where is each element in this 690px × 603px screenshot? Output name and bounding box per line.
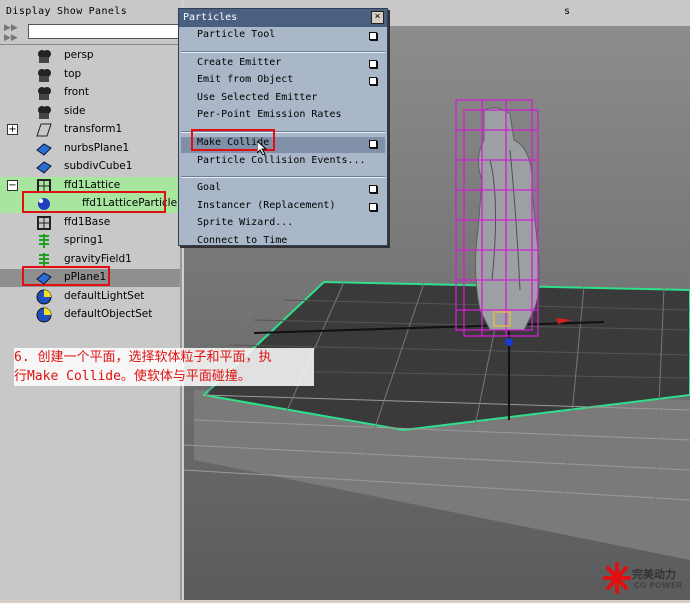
outliner-panel: Display Show Panels ▶▶ ▶▶ persp top front si… (0, 0, 182, 600)
outliner-item-subdivCube1[interactable]: subdivCube1 (0, 158, 180, 176)
outliner-list: persp top front side + transform1 nurbsPlane1 s… (0, 44, 180, 600)
menu-item-label: Per-Point Emission Rates (197, 109, 342, 121)
lattice-base-icon (36, 215, 52, 231)
camera-icon (36, 67, 52, 83)
expand-toggle-icon[interactable]: − (7, 179, 18, 191)
outliner-item-side[interactable]: side (0, 103, 180, 121)
logo-name: 完美动力 (632, 568, 676, 581)
outliner-item-persp[interactable]: persp (0, 47, 180, 65)
menu-item-label: Particle Collision Events... (197, 154, 366, 166)
particles-menu-title-text: Particles (183, 12, 238, 23)
outliner-item-nurbsPlane1[interactable]: nurbsPlane1 (0, 140, 180, 158)
menu-item-use-selected-emitter[interactable]: Use Selected Emitter (181, 92, 385, 108)
menu-item-label: Use Selected Emitter (197, 91, 318, 103)
highlight-ffd1LatticeParticle (22, 191, 166, 213)
menu-item-label: Emit from Object (197, 74, 294, 86)
menu-item-particle-collision-events[interactable]: Particle Collision Events... (181, 155, 385, 171)
outliner-item-spring1[interactable]: spring1 (0, 232, 180, 250)
outliner-item-label: defaultObjectSet (64, 308, 153, 320)
menu-item-goal[interactable]: Goal (181, 182, 385, 198)
outliner-item-transform1[interactable]: + transform1 (0, 121, 180, 139)
camera-icon (36, 85, 52, 101)
option-box-icon[interactable] (369, 140, 377, 148)
outliner-item-top[interactable]: top (0, 66, 180, 84)
menu-item-label: Particle Tool (197, 29, 276, 40)
menu-separator (181, 50, 385, 53)
spring-icon (36, 233, 52, 249)
menu-item-emit-from-object[interactable]: Emit from Object (181, 74, 385, 90)
outliner-item-label: persp (64, 49, 94, 61)
outliner-item-label: spring1 (64, 234, 104, 246)
expand-toggle-icon[interactable]: + (7, 124, 18, 135)
history-arrows-icon[interactable]: ▶▶ ▶▶ (0, 23, 26, 43)
menu-item-instancer-replacement[interactable]: Instancer (Replacement) (181, 200, 385, 216)
set-icon (36, 307, 52, 323)
close-icon[interactable]: × (371, 11, 384, 24)
outliner-menubar: Display Show Panels (0, 0, 182, 22)
menu-item-particle-tool[interactable]: Particle Tool (181, 29, 385, 45)
statue-model (474, 107, 540, 331)
menu-item-per-point-emission-rates[interactable]: Per-Point Emission Rates (181, 109, 385, 125)
filter-row: ▶▶ ▶▶ (0, 22, 182, 43)
option-box-icon[interactable] (369, 77, 377, 86)
menu-item-label: Connect to Time (197, 235, 288, 246)
menu-item-label: Goal (197, 182, 222, 194)
annotation-line-2: 行Make Collide。使软体与平面碰撞。 (14, 369, 251, 384)
outliner-item-label: gravityField1 (64, 252, 132, 265)
menu-item-sprite-wizard[interactable]: Sprite Wizard... (181, 217, 385, 233)
logo-sub: CG POWER (634, 581, 683, 590)
menu-panels[interactable]: Panels (89, 6, 128, 17)
menu-item-connect-to-time[interactable]: Connect to Time (181, 235, 385, 251)
option-box-icon[interactable] (369, 32, 377, 40)
set-icon (36, 289, 52, 305)
viewport-panels-menu[interactable]: s (564, 6, 570, 17)
camera-icon (36, 104, 52, 120)
outliner-item-label: front (64, 86, 89, 98)
outliner-item-defaultLightSet[interactable]: defaultLightSet (0, 288, 180, 306)
outliner-item-label: defaultLightSet (64, 289, 145, 302)
logo-mark-icon (603, 562, 631, 594)
particles-menu: Particles × Particle Tool Create Emitter E… (178, 8, 388, 246)
outliner-filter-input[interactable] (28, 24, 180, 39)
subdiv-cube-icon (36, 159, 52, 175)
option-box-icon[interactable] (369, 202, 377, 211)
outliner-item-label: ffd1Lattice (64, 178, 121, 191)
menu-display[interactable]: Display (6, 6, 51, 17)
transform-icon (36, 122, 52, 138)
particles-menu-title[interactable]: Particles × (179, 9, 387, 27)
menu-separator (181, 176, 385, 179)
menu-item-create-emitter[interactable]: Create Emitter (181, 57, 385, 73)
mouse-cursor-icon (256, 139, 268, 156)
outliner-item-front[interactable]: front (0, 84, 180, 102)
option-box-icon[interactable] (369, 59, 377, 68)
menu-item-label: Sprite Wizard... (197, 217, 294, 229)
cgpower-logo: 完美动力 CG POWER (602, 560, 688, 598)
outliner-item-label: subdivCube1 (64, 160, 133, 172)
camera-icon (36, 48, 52, 64)
menu-show[interactable]: Show (57, 6, 83, 17)
annotation-line-1: 6. 创建一个平面，选择软体粒子和平面，执 (14, 350, 272, 365)
nurbs-plane-icon (36, 141, 52, 157)
outliner-item-ffd1Base[interactable]: ffd1Base (0, 214, 180, 232)
outliner-item-label: transform1 (64, 123, 123, 135)
highlight-pPlane1 (22, 266, 110, 286)
outliner-item-label: top (64, 67, 82, 80)
tutorial-annotation: 6. 创建一个平面，选择软体粒子和平面，执 行Make Collide。使软体与… (14, 348, 314, 386)
option-box-icon[interactable] (369, 185, 377, 194)
menu-item-label: Instancer (Replacement) (197, 199, 336, 211)
outliner-item-defaultObjectSet[interactable]: defaultObjectSet (0, 306, 180, 324)
outliner-item-label: nurbsPlane1 (64, 141, 130, 154)
outliner-item-label: side (64, 104, 86, 117)
outliner-item-label: ffd1Base (64, 215, 111, 228)
menu-item-label: Create Emitter (197, 56, 282, 68)
ground-grid (183, 280, 690, 560)
